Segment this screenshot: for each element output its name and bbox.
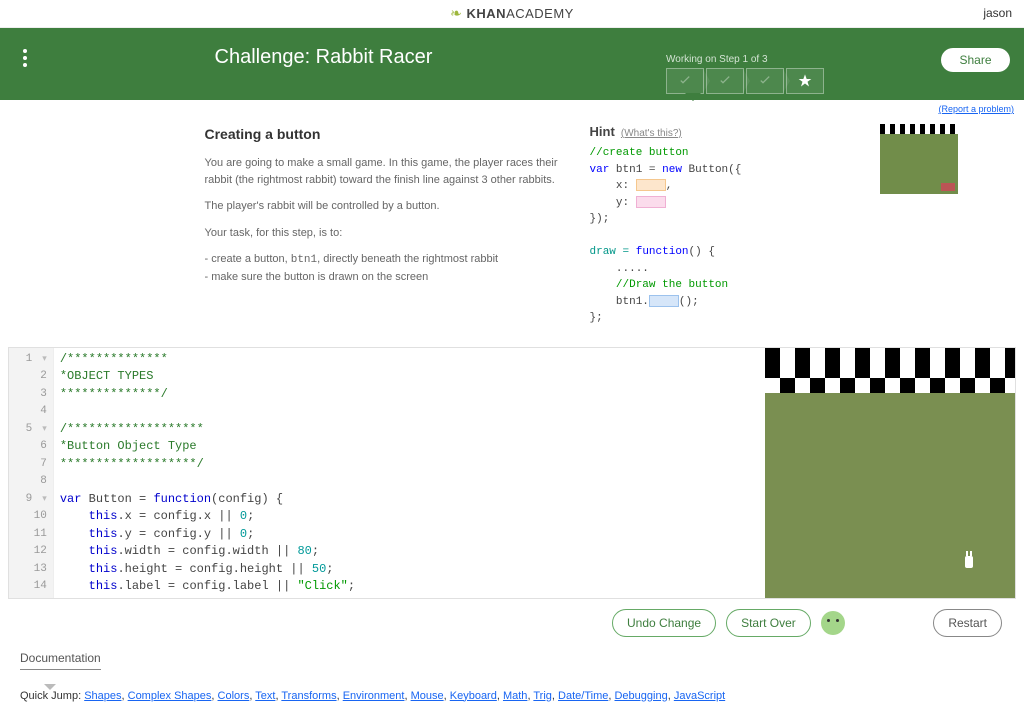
restart-button[interactable]: Restart [933,609,1002,637]
hint-panel: Hint (What's this?) //create button var … [590,124,850,327]
logo[interactable]: ❧ KHANACADEMY [450,5,574,22]
report-problem: (Report a problem) [0,100,1024,114]
report-link[interactable]: (Report a problem) [938,104,1014,114]
documentation-heading: Documentation [20,651,101,670]
quick-jump-link[interactable]: Transforms [281,690,336,702]
output-canvas [765,348,1015,598]
challenge-title: Challenge: Rabbit Racer [215,46,942,69]
check-icon [717,73,733,89]
finish-line-icon [765,378,1015,393]
top-bar: ❧ KHANACADEMY jason [0,0,1024,28]
share-button[interactable]: Share [941,48,1009,72]
logo-strong: KHAN [467,6,507,21]
code-content[interactable]: /************** *OBJECT TYPES **********… [54,348,441,598]
challenge-header: Challenge: Rabbit Racer Share Working on… [0,28,1024,100]
instructions-p1: You are going to make a small game. In t… [205,155,560,188]
code-editor[interactable]: 1 ▾2345 ▾6789 ▾1011121314151617181920 ▾2… [9,348,765,598]
quick-jump-link[interactable]: Date/Time [558,690,608,702]
quick-jump-link[interactable]: Text [255,690,275,702]
quick-jump: Quick Jump: Shapes, Complex Shapes, Colo… [20,690,1004,702]
step-final[interactable] [786,68,824,94]
menu-icon[interactable] [15,46,35,70]
quick-jump-label: Quick Jump: [20,690,84,702]
editor: 1 ▾2345 ▾6789 ▾1011121314151617181920 ▾2… [8,347,1016,599]
quick-jump-link[interactable]: Debugging [614,690,667,702]
quick-jump-link[interactable]: Environment [343,690,405,702]
star-icon [797,73,813,89]
instructions-bullet-1: - create a button, btn1, directly beneat… [205,251,560,269]
step-progress: Working on Step 1 of 3 [666,54,824,94]
gutter: 1 ▾2345 ▾6789 ▾1011121314151617181920 ▾2… [9,348,54,598]
instructions-heading: Creating a button [205,124,560,145]
quick-jump-link[interactable]: JavaScript [674,690,725,702]
instructions: Creating a button You are going to make … [205,124,560,327]
preview-thumbnail [880,124,960,327]
instructions-bullet-2: - make sure the button is drawn on the s… [205,269,560,286]
quick-jump-link[interactable]: Shapes [84,690,121,702]
quick-jump-link[interactable]: Trig [533,690,552,702]
leaf-icon: ❧ [450,5,462,21]
step-label: Working on Step 1 of 3 [666,54,824,65]
check-icon [757,73,773,89]
hint-label: Hint [590,124,615,139]
username-link[interactable]: jason [983,6,1012,20]
action-bar: Undo Change Start Over Restart [0,599,1024,647]
start-over-button[interactable]: Start Over [726,609,811,637]
thumb-button-icon [941,183,955,191]
buddy-icon[interactable] [821,611,845,635]
instructions-p3: Your task, for this step, is to: [205,225,560,242]
instructions-p2: The player's rabbit will be controlled b… [205,198,560,215]
quick-jump-link[interactable]: Mouse [411,690,444,702]
step-3[interactable] [746,68,784,94]
quick-jump-link[interactable]: Keyboard [450,690,497,702]
hint-blank-method [649,295,679,307]
quick-jump-link[interactable]: Colors [218,690,250,702]
hint-blank-y [636,196,666,208]
rabbit-icon [965,556,973,568]
step-2[interactable] [706,68,744,94]
step-1[interactable] [666,68,704,94]
logo-light: ACADEMY [506,6,574,21]
check-icon [677,73,693,89]
quick-jump-link[interactable]: Complex Shapes [128,690,212,702]
documentation-section: Documentation Quick Jump: Shapes, Comple… [20,651,1004,702]
hint-blank-x [636,179,666,191]
undo-button[interactable]: Undo Change [612,609,716,637]
finish-line-icon [765,348,1015,378]
hint-whats-this-link[interactable]: (What's this?) [621,128,682,139]
quick-jump-link[interactable]: Math [503,690,527,702]
hint-code: //create button var btn1 = new Button({ … [590,145,850,327]
